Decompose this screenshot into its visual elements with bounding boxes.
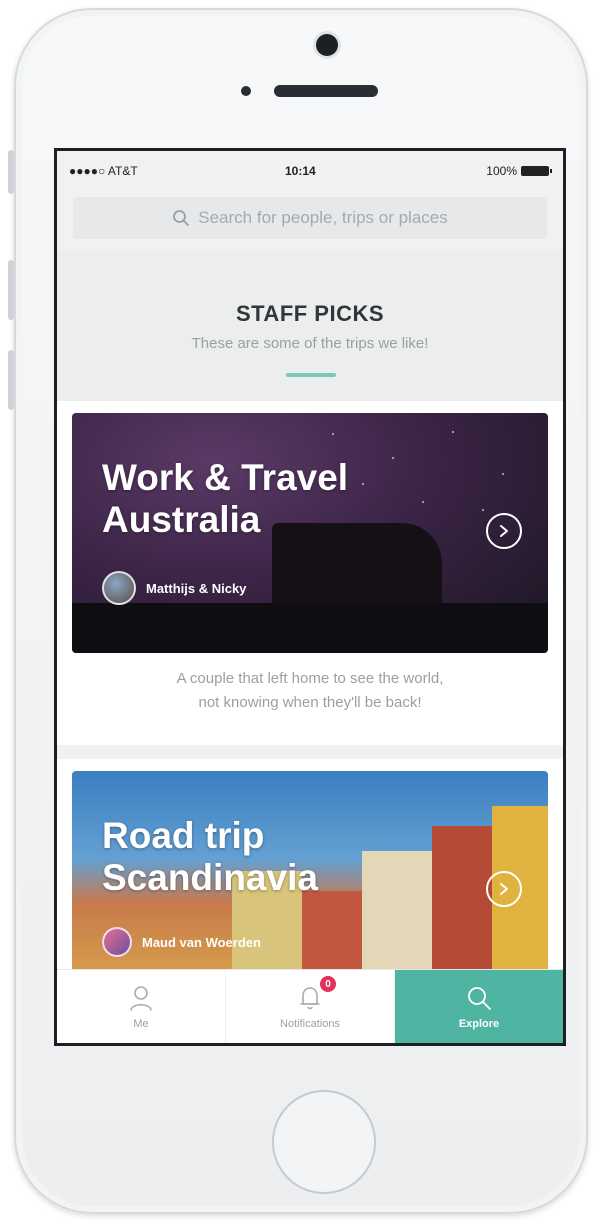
tab-notifications[interactable]: 0 Notifications xyxy=(225,970,394,1043)
search-placeholder: Search for people, trips or places xyxy=(198,208,448,227)
tab-label: Notifications xyxy=(280,1018,340,1030)
tab-explore[interactable]: Explore xyxy=(394,970,563,1043)
tab-me[interactable]: Me xyxy=(57,970,225,1043)
search-input[interactable]: Search for people, trips or places xyxy=(73,197,547,239)
status-time: 10:14 xyxy=(285,164,316,178)
trip-author[interactable]: Matthijs & Nicky xyxy=(102,571,246,605)
mute-switch xyxy=(8,150,14,194)
search-icon xyxy=(468,987,491,1010)
home-button[interactable] xyxy=(272,1090,376,1194)
trip-card-road-trip-scandinavia[interactable]: Road trip Scandinavia Maud van Woerden xyxy=(72,771,548,991)
volume-down-button xyxy=(8,350,14,410)
battery-icon xyxy=(521,166,552,176)
battery-percent: 100% xyxy=(486,164,517,178)
status-bar: ●●●●○ AT&T 10:14 100% xyxy=(57,151,563,193)
author-name: Maud van Woerden xyxy=(142,934,261,950)
trip-card-work-travel-australia[interactable]: Work & Travel Australia Matthijs & Nicky xyxy=(72,413,548,653)
avatar xyxy=(102,927,132,957)
trip-title-line1: Road trip xyxy=(102,815,265,856)
carrier-signal: ●●●●○ AT&T xyxy=(69,164,138,178)
staff-picks-header: STAFF PICKS These are some of the trips … xyxy=(57,251,563,401)
landscape-ground xyxy=(72,603,548,653)
phone-screen: ●●●●○ AT&T 10:14 100% Search for people,… xyxy=(54,148,566,1046)
person-icon xyxy=(130,986,152,1011)
proximity-sensor xyxy=(241,86,251,96)
trip-title: Road trip Scandinavia xyxy=(102,815,318,899)
accent-divider xyxy=(286,373,336,377)
trip-description: A couple that left home to see the world… xyxy=(57,667,563,715)
trip-title-line2: Australia xyxy=(102,499,261,540)
tab-bar: Me 0 Notifications Explore xyxy=(57,969,563,1043)
chevron-right-icon[interactable] xyxy=(486,871,522,907)
trip-description-line1: A couple that left home to see the world… xyxy=(176,670,444,687)
bell-icon xyxy=(300,987,320,1010)
trip-card-container: Work & Travel Australia Matthijs & Nicky… xyxy=(57,401,563,745)
front-camera xyxy=(316,34,338,56)
chevron-right-icon[interactable] xyxy=(486,513,522,549)
trip-title-line2: Scandinavia xyxy=(102,857,318,898)
staff-picks-subtitle: These are some of the trips we like! xyxy=(191,335,429,352)
trip-card-container: Road trip Scandinavia Maud van Woerden xyxy=(57,759,563,991)
search-icon xyxy=(173,210,190,226)
trip-description-line2: not knowing when they'll be back! xyxy=(198,694,422,711)
battery-indicator: 100% xyxy=(486,164,552,178)
tab-label: Explore xyxy=(458,1018,500,1030)
trip-author[interactable]: Maud van Woerden xyxy=(102,927,261,957)
trip-title: Work & Travel Australia xyxy=(102,457,348,541)
staff-picks-title: STAFF PICKS xyxy=(235,301,385,326)
avatar xyxy=(102,571,136,605)
tab-label: Me xyxy=(133,1018,149,1030)
volume-up-button xyxy=(8,260,14,320)
notification-badge: 0 xyxy=(320,976,336,992)
earpiece-speaker xyxy=(274,85,378,97)
trip-title-line1: Work & Travel xyxy=(102,457,349,498)
author-name: Matthijs & Nicky xyxy=(146,580,247,596)
